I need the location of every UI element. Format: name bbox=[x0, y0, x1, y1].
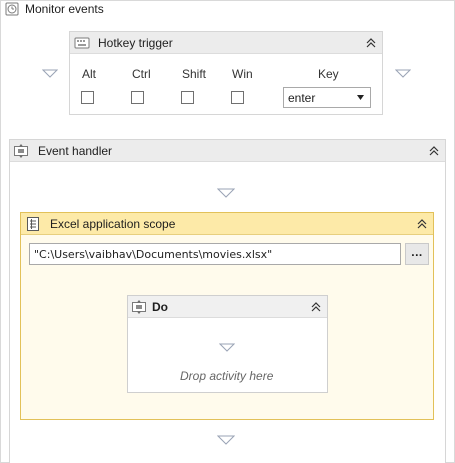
modifier-label-win: Win bbox=[232, 67, 253, 81]
key-dropdown-value: enter bbox=[288, 90, 316, 105]
drop-zone-arrow-icon[interactable] bbox=[42, 69, 58, 78]
hotkey-trigger-title: Hotkey trigger bbox=[98, 35, 173, 50]
drop-zone-arrow-icon[interactable] bbox=[217, 188, 235, 198]
modifier-label-ctrl: Ctrl bbox=[132, 67, 151, 81]
modifier-label-alt: Alt bbox=[82, 67, 97, 81]
do-sequence-header[interactable]: Do bbox=[128, 296, 327, 318]
event-handler-title: Event handler bbox=[38, 143, 113, 158]
hotkey-trigger-header[interactable]: Hotkey trigger bbox=[70, 32, 382, 54]
workbook-path-input[interactable]: "C:\Users\vaibhav\Documents\movies.xlsx" bbox=[29, 243, 401, 265]
collapse-icon[interactable] bbox=[309, 300, 323, 314]
drop-activity-placeholder: Drop activity here bbox=[180, 369, 274, 383]
excel-icon bbox=[27, 216, 39, 231]
excel-scope-title: Excel application scope bbox=[50, 216, 176, 231]
collapse-icon[interactable] bbox=[427, 144, 441, 158]
browse-button[interactable]: ... bbox=[405, 243, 429, 265]
excel-scope-header[interactable]: Excel application scope bbox=[21, 213, 433, 235]
workbook-path-value: "C:\Users\vaibhav\Documents\movies.xlsx" bbox=[34, 247, 273, 261]
do-sequence-title: Do bbox=[152, 299, 168, 314]
hotkey-trigger-card: Hotkey trigger Alt Ctrl Shift Win Key en… bbox=[69, 31, 383, 115]
monitor-events-activity: Monitor events Hotkey trigger Alt Ctrl S… bbox=[0, 0, 455, 463]
clock-icon bbox=[5, 2, 19, 16]
collapse-icon[interactable] bbox=[364, 36, 378, 50]
ctrl-checkbox[interactable] bbox=[131, 91, 144, 104]
collapse-icon[interactable] bbox=[415, 217, 429, 231]
shift-checkbox[interactable] bbox=[181, 91, 194, 104]
alt-checkbox[interactable] bbox=[81, 91, 94, 104]
monitor-events-header[interactable]: Monitor events bbox=[5, 1, 104, 17]
chevron-down-icon bbox=[357, 95, 364, 100]
excel-application-scope-card: Excel application scope "C:\Users\vaibha… bbox=[20, 212, 434, 420]
sequence-icon bbox=[14, 143, 28, 158]
modifier-label-shift: Shift bbox=[182, 67, 207, 81]
drop-zone-arrow-icon[interactable] bbox=[219, 343, 235, 352]
event-handler-header[interactable]: Event handler bbox=[10, 140, 445, 162]
browse-button-label: ... bbox=[411, 245, 423, 259]
monitor-events-title: Monitor events bbox=[25, 2, 104, 16]
sequence-icon bbox=[132, 299, 146, 314]
win-checkbox[interactable] bbox=[231, 91, 244, 104]
key-dropdown[interactable]: enter bbox=[283, 87, 371, 108]
key-label: Key bbox=[318, 67, 339, 81]
do-sequence-card: Do Drop activity here bbox=[127, 295, 328, 393]
drop-zone-arrow-icon[interactable] bbox=[395, 69, 411, 78]
drop-zone-arrow-icon[interactable] bbox=[217, 435, 235, 445]
keyboard-icon bbox=[74, 37, 90, 48]
